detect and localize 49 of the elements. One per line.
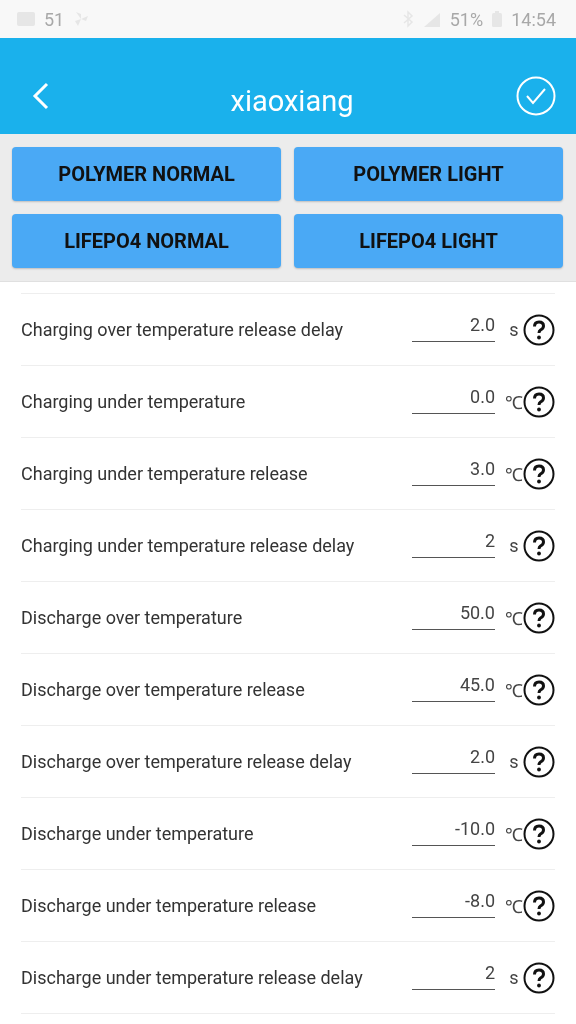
value-field[interactable]: 2 bbox=[412, 961, 495, 990]
help-icon[interactable] bbox=[523, 889, 555, 922]
preset-button[interactable]: LIFEPO4 LIGHT bbox=[294, 214, 563, 268]
preset-button[interactable]: POLYMER LIGHT bbox=[294, 147, 563, 201]
setting-label: Charging under temperature bbox=[21, 391, 247, 412]
help-icon[interactable] bbox=[523, 673, 555, 706]
help-icon[interactable] bbox=[523, 601, 555, 634]
unit-label: s bbox=[508, 319, 520, 340]
unit-label: s bbox=[508, 751, 520, 772]
setting-label: Discharge over temperature release delay bbox=[21, 751, 353, 772]
unit-label: ℃ bbox=[504, 822, 524, 846]
checkmark-icon[interactable] bbox=[516, 76, 556, 116]
setting-label: Charging under temperature release bbox=[21, 463, 309, 484]
unit-label: ℃ bbox=[504, 678, 524, 702]
unit-label: s bbox=[508, 535, 520, 556]
setting-label: Charging under temperature release delay bbox=[21, 535, 356, 556]
help-icon[interactable] bbox=[523, 529, 555, 562]
value-field[interactable]: -10.0 bbox=[412, 817, 495, 846]
setting-label: Charging over temperature release delay bbox=[21, 319, 345, 340]
unit-label: ℃ bbox=[504, 462, 524, 486]
screen-title: xiaoxiang bbox=[230, 84, 354, 118]
setting-label: Discharge over temperature release bbox=[21, 679, 306, 700]
setting-label: Discharge under temperature release delay bbox=[21, 967, 364, 988]
setting-label: Discharge over temperature bbox=[21, 607, 244, 628]
value-field[interactable]: 2 bbox=[412, 529, 495, 558]
preset-button[interactable]: POLYMER NORMAL bbox=[12, 147, 281, 201]
battery-percentage: 51% bbox=[449, 8, 484, 30]
notification-count: 51 bbox=[44, 8, 65, 30]
help-icon[interactable] bbox=[523, 817, 555, 850]
value-field[interactable]: 2.0 bbox=[412, 313, 495, 342]
help-icon[interactable] bbox=[523, 313, 555, 346]
help-icon[interactable] bbox=[523, 745, 555, 778]
clock-time: 14:54 bbox=[511, 8, 556, 30]
unit-label: ℃ bbox=[504, 390, 524, 414]
help-icon[interactable] bbox=[523, 961, 555, 994]
setting-label: Discharge under temperature bbox=[21, 823, 255, 844]
help-icon[interactable] bbox=[523, 457, 555, 490]
value-field[interactable]: 45.0 bbox=[412, 673, 495, 702]
value-field[interactable]: 50.0 bbox=[412, 601, 495, 630]
unit-label: s bbox=[508, 967, 520, 988]
value-field[interactable]: 0.0 bbox=[412, 385, 495, 414]
value-field[interactable]: -8.0 bbox=[412, 889, 495, 918]
preset-button[interactable]: LIFEPO4 NORMAL bbox=[12, 214, 281, 268]
value-field[interactable]: 3.0 bbox=[412, 457, 495, 486]
help-icon[interactable] bbox=[523, 385, 555, 418]
unit-label: ℃ bbox=[504, 606, 524, 630]
setting-label: Discharge under temperature release bbox=[21, 895, 317, 916]
unit-label: ℃ bbox=[504, 894, 524, 918]
value-field[interactable]: 2.0 bbox=[412, 745, 495, 774]
